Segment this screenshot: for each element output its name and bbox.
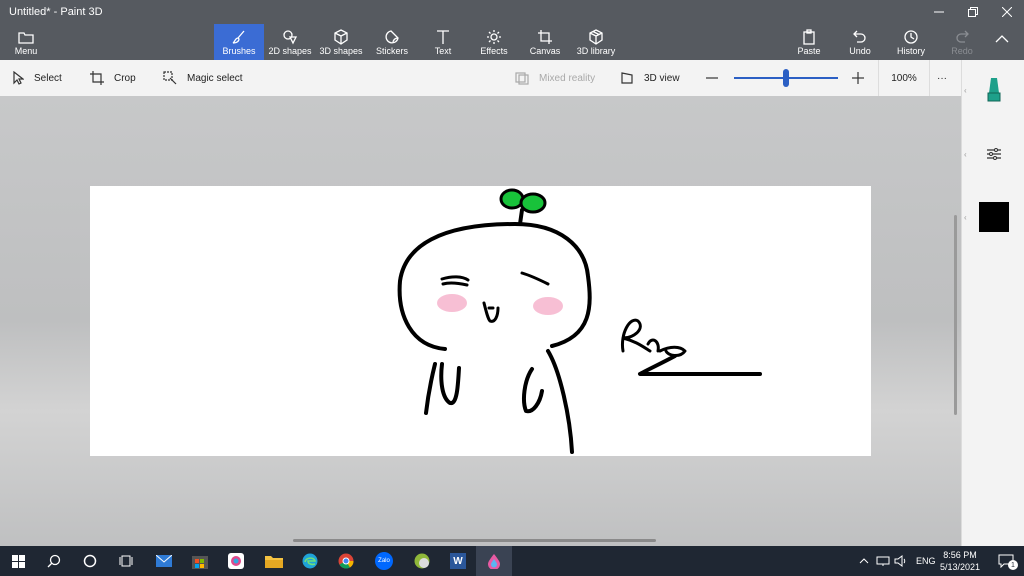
ribbon: Untitled* - Paint 3D Menu Brushes 2D sha… xyxy=(0,0,1024,60)
3d-view-button[interactable]: 3D view xyxy=(620,60,680,96)
marker-icon xyxy=(987,78,1000,102)
vertical-scrollbar[interactable] xyxy=(954,215,957,415)
mail-icon[interactable] xyxy=(146,546,182,576)
restore-button[interactable] xyxy=(956,0,990,24)
select-button[interactable]: Select xyxy=(12,60,62,96)
3d-library-icon xyxy=(588,28,604,46)
history-button[interactable]: History xyxy=(886,24,936,60)
tab-2d-shapes[interactable]: 2D shapes xyxy=(265,24,315,60)
file-explorer-icon[interactable] xyxy=(256,546,292,576)
zoom-level[interactable]: 100% xyxy=(878,60,930,96)
app-icon[interactable] xyxy=(404,546,440,576)
undo-icon xyxy=(852,28,868,46)
brush-panel-button[interactable]: ‹ xyxy=(962,60,1024,120)
word-icon[interactable]: W xyxy=(440,546,476,576)
zoom-in-button[interactable] xyxy=(852,60,864,96)
color-picker-button[interactable]: ‹ xyxy=(962,187,1024,247)
canvas-icon xyxy=(537,28,553,46)
more-options-button[interactable]: ··· xyxy=(937,60,947,96)
system-tray: ENG xyxy=(858,546,936,576)
tab-3d-library[interactable]: 3D library xyxy=(571,24,621,60)
sticker-icon xyxy=(384,28,400,46)
volume-icon[interactable] xyxy=(894,555,908,567)
mixed-reality-button[interactable]: Mixed reality xyxy=(515,60,595,96)
clock-date: 5/13/2021 xyxy=(939,562,981,572)
edge-icon[interactable] xyxy=(292,546,328,576)
3d-view-icon xyxy=(621,72,633,84)
collapse-ribbon-icon[interactable] xyxy=(995,34,1009,47)
clipboard-icon xyxy=(801,28,817,46)
text-icon xyxy=(435,28,451,46)
magic-select-icon xyxy=(163,71,177,85)
cortana-icon[interactable] xyxy=(72,546,108,576)
chrome-icon[interactable] xyxy=(328,546,364,576)
menu-button[interactable]: Menu xyxy=(0,24,52,60)
clock-time: 8:56 PM xyxy=(943,550,977,560)
mixed-reality-icon xyxy=(515,72,529,85)
more-icon: ··· xyxy=(937,72,947,84)
window-controls xyxy=(922,0,1024,24)
minimize-button[interactable] xyxy=(922,0,956,24)
chevron-left-icon: ‹ xyxy=(964,212,967,222)
photos-icon[interactable] xyxy=(218,546,254,576)
tab-canvas[interactable]: Canvas xyxy=(520,24,570,60)
plus-icon xyxy=(852,72,864,84)
tab-stickers[interactable]: Stickers xyxy=(367,24,417,60)
zoom-slider-thumb[interactable] xyxy=(783,69,789,87)
tab-brushes[interactable]: Brushes xyxy=(214,24,264,60)
current-color-swatch xyxy=(978,202,1009,232)
crop-icon xyxy=(90,71,104,85)
redo-button[interactable]: Redo xyxy=(937,24,987,60)
adjustments-panel-button[interactable]: ‹ xyxy=(962,124,1024,184)
zalo-icon[interactable]: Zalo xyxy=(366,546,402,576)
folder-icon xyxy=(18,28,34,46)
2d-shapes-icon xyxy=(282,28,298,46)
sun-icon xyxy=(486,28,502,46)
clock[interactable]: 8:56 PM 5/13/2021 xyxy=(934,549,986,573)
horizontal-scrollbar[interactable] xyxy=(293,539,656,542)
zoom-out-button[interactable] xyxy=(706,60,718,96)
close-button[interactable] xyxy=(990,0,1024,24)
window-title: Untitled* - Paint 3D xyxy=(9,6,103,18)
paint3d-icon[interactable] xyxy=(476,546,512,576)
task-view-icon[interactable] xyxy=(108,546,144,576)
tab-text[interactable]: Text xyxy=(418,24,468,60)
paste-button[interactable]: Paste xyxy=(784,24,834,60)
sliders-icon xyxy=(986,148,1001,160)
network-icon[interactable] xyxy=(876,555,890,567)
head-outline xyxy=(397,222,592,351)
drawing-canvas[interactable] xyxy=(90,186,871,456)
redo-icon xyxy=(954,28,970,46)
tab-effects[interactable]: Effects xyxy=(469,24,519,60)
cube-icon xyxy=(333,28,349,46)
magic-select-button[interactable]: Magic select xyxy=(163,60,243,96)
history-icon xyxy=(903,28,919,46)
taskbar: Zalo W ENG 8:56 PM 5/13/2021 1 xyxy=(0,546,1024,576)
undo-button[interactable]: Undo xyxy=(835,24,885,60)
cursor-icon xyxy=(13,71,24,85)
drawing xyxy=(397,188,762,454)
minus-icon xyxy=(706,77,718,79)
notification-center-icon[interactable]: 1 xyxy=(988,546,1024,576)
brush-icon xyxy=(231,28,247,46)
store-icon[interactable] xyxy=(182,546,218,576)
notification-badge: 1 xyxy=(1008,560,1018,570)
chevron-up-icon[interactable] xyxy=(858,556,870,566)
side-panel: ‹ ‹ ‹ xyxy=(961,60,1024,546)
chevron-left-icon: ‹ xyxy=(964,85,967,95)
search-icon[interactable] xyxy=(36,546,72,576)
language-indicator[interactable]: ENG xyxy=(916,556,936,566)
windows-start-icon[interactable] xyxy=(0,546,36,576)
chevron-left-icon: ‹ xyxy=(964,149,967,159)
tab-3d-shapes[interactable]: 3D shapes xyxy=(316,24,366,60)
crop-button[interactable]: Crop xyxy=(90,60,136,96)
